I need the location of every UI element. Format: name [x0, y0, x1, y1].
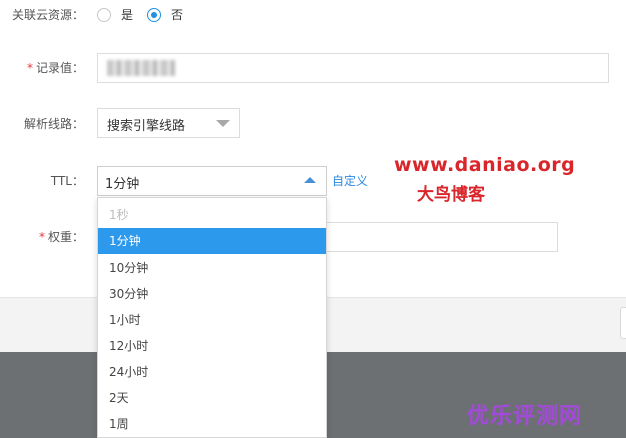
ttl-option-30min[interactable]: 30分钟	[98, 281, 326, 307]
chevron-down-icon	[216, 120, 230, 127]
required-mark: *	[26, 61, 33, 75]
watermark-site: www.daniao.org	[394, 154, 576, 176]
required-mark: *	[38, 230, 45, 244]
record-value-label: * 记录值：	[26, 61, 84, 75]
custom-ttl-link[interactable]: 自定义	[332, 172, 368, 189]
ttl-select[interactable]: 1分钟	[97, 166, 327, 196]
blurred-value	[107, 60, 175, 76]
ttl-option-24h[interactable]: 24小时	[98, 359, 326, 385]
weight-label: * 权重：	[38, 230, 84, 244]
ttl-label: TTL：	[50, 174, 84, 188]
watermark-blog: 大鸟博客	[417, 185, 485, 205]
ttl-option-1h[interactable]: 1小时	[98, 307, 326, 333]
cloud-resource-label: 关联云资源：	[11, 8, 84, 22]
watermark-corner: 优乐评测网	[467, 404, 583, 429]
ttl-dropdown: 1秒 1分钟 10分钟 30分钟 1小时 12小时 24小时 2天 1周	[97, 197, 327, 438]
radio-yes[interactable]	[97, 8, 111, 22]
chevron-up-icon	[304, 177, 316, 183]
ttl-option-1min[interactable]: 1分钟	[98, 228, 326, 254]
ttl-option-2d[interactable]: 2天	[98, 385, 326, 411]
line-select-value: 搜索引擎线路	[107, 119, 186, 134]
weight-input[interactable]	[326, 222, 558, 252]
ttl-option-1s: 1秒	[109, 208, 129, 222]
line-select[interactable]: 搜索引擎线路	[97, 108, 240, 138]
radio-no-label[interactable]: 否	[171, 6, 183, 23]
ttl-option-10min[interactable]: 10分钟	[98, 255, 326, 281]
line-label: 解析线路：	[23, 117, 84, 131]
ttl-select-value: 1分钟	[105, 177, 140, 192]
record-value-input[interactable]	[97, 53, 609, 83]
radio-yes-label[interactable]: 是	[121, 6, 133, 23]
radio-no[interactable]	[147, 8, 161, 22]
ttl-option-1w[interactable]: 1周	[98, 411, 326, 437]
footer-button-edge[interactable]	[620, 307, 626, 339]
ttl-option-12h[interactable]: 12小时	[98, 333, 326, 359]
